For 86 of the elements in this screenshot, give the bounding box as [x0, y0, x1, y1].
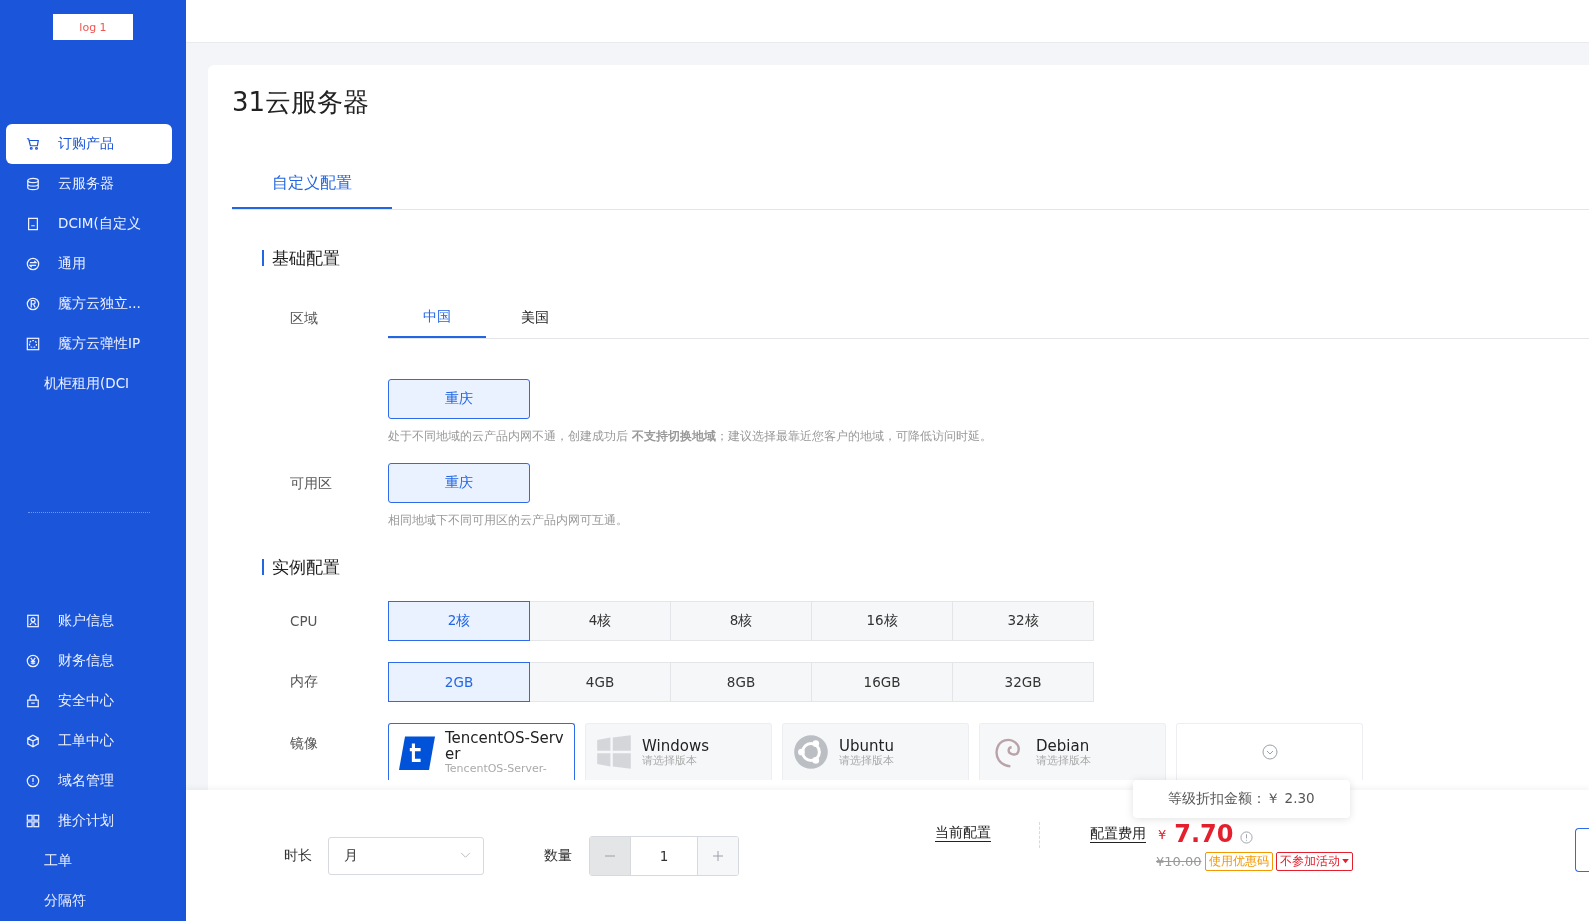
sidebar-item[interactable]: 财务信息 — [6, 641, 172, 681]
image-name: Debian — [1036, 737, 1091, 754]
sidebar-item[interactable]: 订购产品 — [6, 124, 172, 164]
image-option[interactable] — [1176, 723, 1363, 780]
expand-icon — [1261, 744, 1278, 760]
currency-symbol: ¥ — [1158, 826, 1167, 842]
image-option[interactable]: Windows 请选择版本 — [585, 723, 772, 780]
image-option[interactable]: TencentOS-Server TencentOS-Server- — [388, 723, 575, 780]
cpu-option[interactable]: 8核 — [670, 601, 812, 641]
field-label: CPU — [290, 612, 319, 631]
logo: log 1 — [53, 14, 133, 40]
info-icon[interactable] — [1239, 830, 1253, 844]
image-option[interactable]: Ubuntu 请选择版本 — [782, 723, 969, 780]
swap-icon — [26, 257, 40, 271]
section-title: 基础配置 — [262, 250, 1589, 266]
zone-option[interactable]: 重庆 — [388, 463, 530, 503]
sidebar-item[interactable]: 云服务器 — [6, 164, 172, 204]
duration-select[interactable]: 月 — [328, 836, 484, 875]
lock-icon — [26, 694, 40, 708]
sidebar-item[interactable]: 工单 — [6, 841, 172, 881]
city-option[interactable]: 重庆 — [388, 379, 530, 419]
cube-icon — [26, 734, 40, 748]
windows-logo-icon — [596, 734, 632, 770]
image-version: 请选择版本 — [642, 753, 698, 767]
memory-option[interactable]: 32GB — [952, 662, 1094, 702]
fee-link[interactable]: 配置费用 — [1090, 825, 1146, 843]
alert-icon — [26, 774, 40, 788]
submit-button[interactable] — [1575, 828, 1589, 872]
memory-option[interactable]: 2GB — [388, 662, 530, 702]
field-label: 数量 — [544, 846, 572, 865]
plus-icon — [712, 849, 724, 862]
field-label: 镜像 — [290, 734, 319, 753]
field-label: 可用区 — [290, 474, 333, 493]
frame-icon — [26, 337, 40, 351]
cpu-option[interactable]: 16核 — [811, 601, 953, 641]
cpu-option[interactable]: 32核 — [952, 601, 1094, 641]
tooltip-text: 等级折扣金额：￥ 2.30 — [1168, 790, 1315, 808]
section-title: 实例配置 — [262, 559, 1589, 575]
memory-option[interactable]: 4GB — [529, 662, 671, 702]
tab[interactable]: 自定义配置 — [232, 173, 392, 209]
sidebar-item[interactable]: 账户信息 — [6, 601, 172, 641]
user-card-icon — [26, 614, 40, 628]
memory-option[interactable]: 16GB — [811, 662, 953, 702]
sidebar-item[interactable]: 通用 — [6, 244, 172, 284]
image-option[interactable]: Debian 请选择版本 — [979, 723, 1166, 780]
memory-option[interactable]: 8GB — [670, 662, 812, 702]
image-version: 请选择版本 — [839, 753, 894, 767]
field-label: 时长 — [284, 846, 312, 865]
os-logo-icon — [399, 734, 435, 770]
image-name: Windows — [642, 737, 709, 754]
bookmark-icon — [26, 217, 40, 231]
cpu-option[interactable]: 4核 — [529, 601, 671, 641]
sidebar-item[interactable]: 推介计划 — [6, 801, 172, 841]
sidebar-item[interactable]: 工单中心 — [6, 721, 172, 761]
sidebar-item[interactable]: 分隔符 — [6, 881, 172, 921]
original-price: ¥10.00 — [1156, 854, 1202, 869]
hint-text: 相同地域下不同可用区的云产品内网可互通。 — [388, 512, 628, 529]
chevron-down-icon — [460, 852, 471, 859]
database-icon — [26, 177, 40, 191]
field-label: 区域 — [290, 308, 319, 328]
hint-text: 处于不同地域的云产品内网不通，创建成功后 不支持切换地域；建议选择最靠近您客户的地域，可降低访问时延。 — [388, 428, 992, 445]
sidebar-item[interactable]: DCIM(自定义 — [6, 204, 172, 244]
image-name: TencentOS-Server — [445, 729, 564, 762]
increase-button[interactable] — [698, 836, 738, 875]
region-tab[interactable]: 中国 — [388, 298, 486, 338]
cpu-option[interactable]: 2核 — [388, 601, 530, 641]
ubuntu-logo-icon — [793, 734, 829, 770]
sidebar-item[interactable]: 魔方云独立... — [6, 284, 172, 324]
page-title: 31云服务器 — [232, 86, 371, 119]
image-version: TencentOS-Server- — [445, 761, 548, 775]
sidebar-item[interactable]: 安全中心 — [6, 681, 172, 721]
grid-icon — [26, 814, 40, 828]
sidebar-item[interactable]: 机柜租用(DCI — [6, 364, 172, 404]
region-tab[interactable]: 美国 — [486, 298, 584, 338]
caret-icon — [1341, 859, 1349, 864]
image-name: Ubuntu — [839, 737, 894, 754]
registered-icon — [26, 297, 40, 311]
image-version: 请选择版本 — [1036, 753, 1091, 767]
cart-icon — [26, 137, 40, 151]
activity-dropdown[interactable]: 不参加活动 — [1275, 852, 1353, 871]
current-config-link[interactable]: 当前配置 — [935, 824, 991, 842]
sidebar-item[interactable]: 域名管理 — [6, 761, 172, 801]
price: 7.70 — [1174, 820, 1234, 848]
sidebar-item[interactable]: 魔方云弹性IP — [6, 324, 172, 364]
field-label: 内存 — [290, 672, 319, 691]
yen-icon — [26, 654, 40, 668]
